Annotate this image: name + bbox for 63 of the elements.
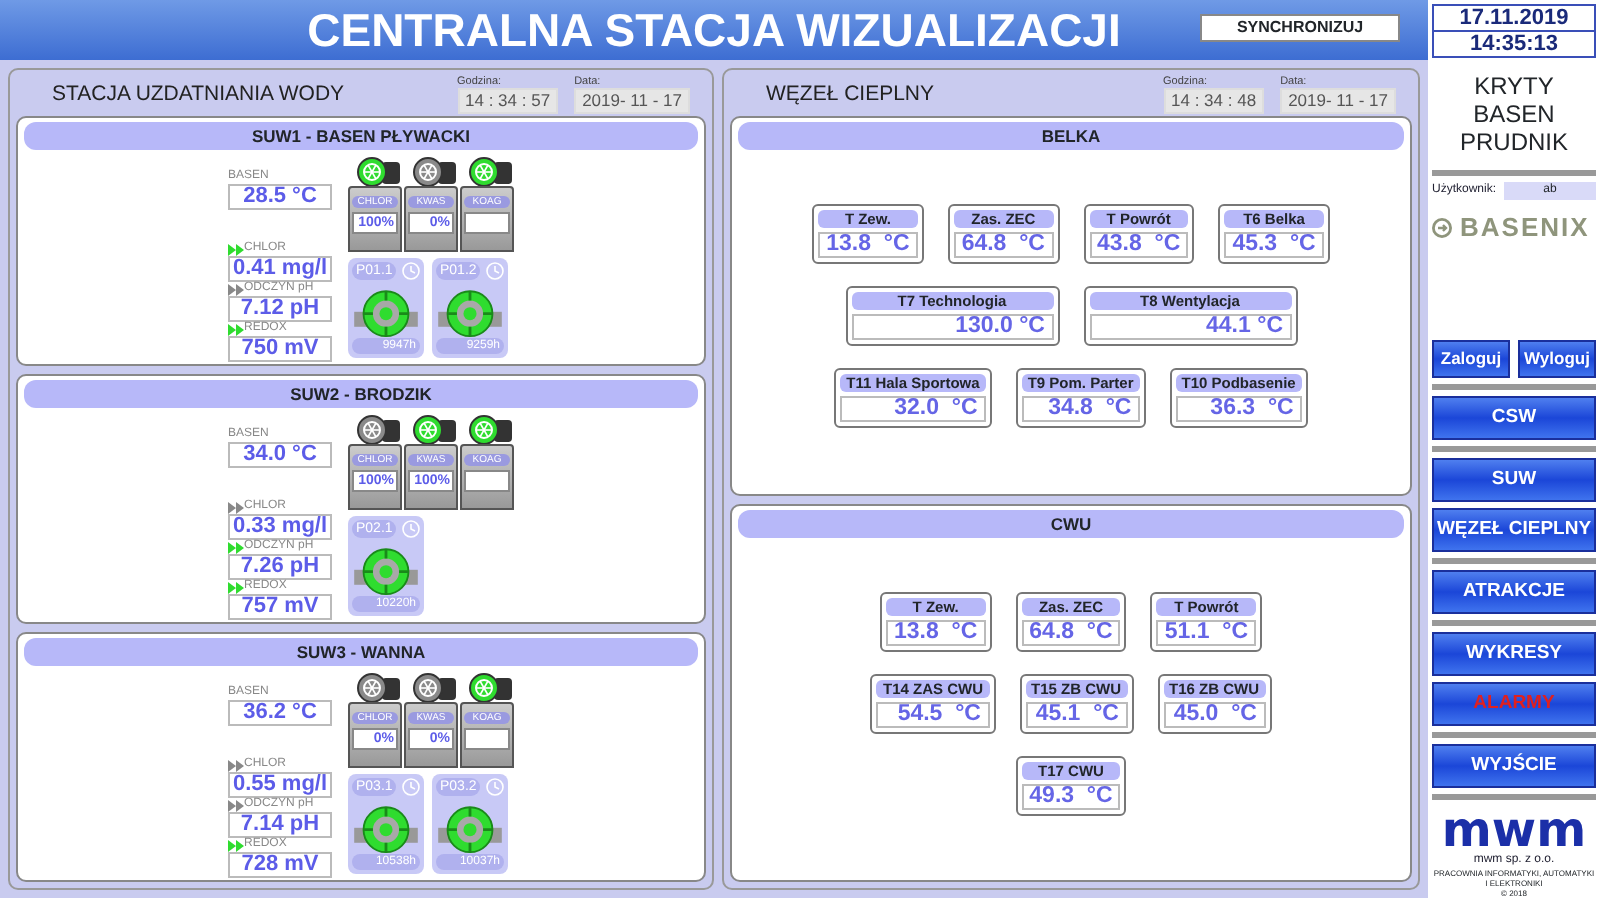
sensor-value: 36.3 °C (1175, 396, 1302, 422)
sensor-value: 43.8 °C (1089, 232, 1189, 258)
panel-title: STACJA UZDATNIANIA WODY (50, 79, 347, 110)
date-display: 17.11.2019 (1432, 4, 1596, 32)
app-title: CENTRALNA STACJA WIZUALIZACJI (307, 2, 1121, 60)
sensor-value: 54.5 °C (876, 701, 989, 727)
date-display: 2019- 11 - 17 (1280, 88, 1396, 114)
reading-value: 728 mV (228, 852, 332, 878)
reading-value: 0.41 mg/l (228, 256, 332, 282)
nav-button[interactable]: WĘZEŁ CIEPLNY (1432, 508, 1596, 552)
nav-button[interactable]: WYJŚCIE (1432, 744, 1596, 788)
brand-logo: BASENIX (1460, 210, 1590, 246)
reading-value: 757 mV (228, 594, 332, 620)
tank-value (464, 728, 510, 750)
reading-value: 36.2 °C (228, 700, 332, 726)
clock-icon (402, 520, 420, 538)
sensor-value: 13.8 °C (818, 232, 918, 258)
sensor-value: 45.3 °C (1224, 232, 1324, 258)
station-title: SUW1 - BASEN PŁYWACKI (24, 122, 698, 150)
sync-button[interactable]: SYNCHRONIZUJ (1200, 14, 1400, 42)
section-title: CWU (738, 509, 1404, 537)
section-title: BELKA (738, 122, 1404, 150)
date-display: 2019- 11 - 17 (574, 88, 690, 114)
sensor-value: 34.8 °C (1021, 396, 1140, 422)
reading-value: 7.26 pH (228, 554, 332, 580)
sensor-value: 44.1 °C (1089, 314, 1291, 340)
station-title: SUW2 - BRODZIK (24, 380, 698, 408)
sensor-value: 49.3 °C (1021, 783, 1121, 809)
site-name: KRYTY BASEN PRUDNIK (1457, 70, 1570, 156)
tank-value (464, 212, 510, 234)
reading-value: 34.0 °C (228, 442, 332, 468)
time-display: 14 : 34 : 48 (1163, 88, 1265, 114)
time-display: 14:35:13 (1432, 32, 1596, 58)
nav-button[interactable]: SUW (1432, 458, 1596, 502)
reading-value: 7.14 pH (228, 812, 332, 838)
reading-value: 0.33 mg/l (228, 514, 332, 540)
logo-icon (1432, 217, 1452, 238)
clock-icon (486, 262, 504, 280)
sensor-value: 130.0 °C (851, 314, 1053, 340)
auth-button[interactable]: Wyloguj (1518, 340, 1596, 378)
tank-value (464, 470, 510, 492)
sensor-value: 64.8 °C (1021, 619, 1121, 645)
reading-value: 7.12 pH (228, 296, 332, 322)
nav-button[interactable]: ATRAKCJE (1432, 570, 1596, 614)
station-title: SUW3 - WANNA (24, 638, 698, 666)
company-logo: mwm (1439, 806, 1589, 854)
reading-value: 28.5 °C (228, 184, 332, 210)
reading-value: 750 mV (228, 336, 332, 362)
auth-button[interactable]: Zaloguj (1432, 340, 1510, 378)
panel-title: WĘZEŁ CIEPLNY (764, 79, 937, 110)
clock-icon (402, 262, 420, 280)
reading-value: 0.55 mg/l (228, 772, 332, 798)
clock-icon (402, 778, 420, 796)
sensor-value: 32.0 °C (840, 396, 986, 422)
time-display: 14 : 34 : 57 (457, 88, 559, 114)
sensor-value: 45.0 °C (1163, 701, 1265, 727)
sensor-value: 51.1 °C (1156, 619, 1257, 645)
nav-button[interactable]: CSW (1432, 396, 1596, 440)
sensor-value: 45.1 °C (1025, 701, 1127, 727)
nav-button[interactable]: WYKRESY (1432, 632, 1596, 676)
sensor-value: 13.8 °C (885, 619, 986, 645)
sensor-value: 64.8 °C (953, 232, 1053, 258)
clock-icon (486, 778, 504, 796)
